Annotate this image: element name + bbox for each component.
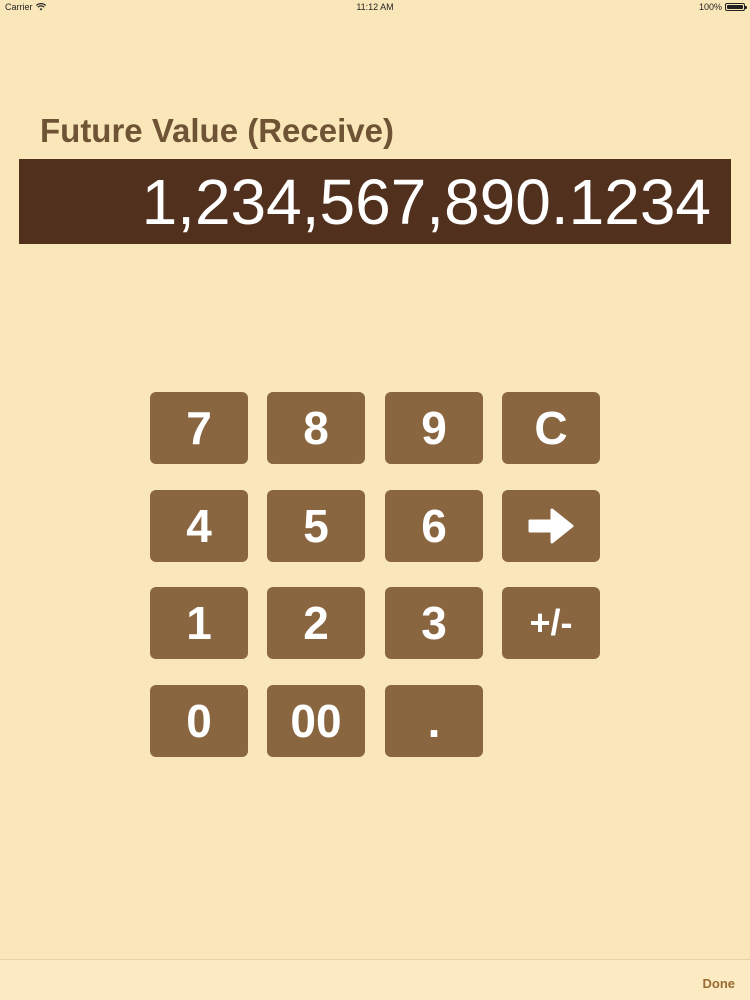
display-value: 1,234,567,890.1234 [141, 166, 711, 238]
key-00[interactable]: 00 [267, 685, 365, 757]
key-8[interactable]: 8 [267, 392, 365, 464]
key-4[interactable]: 4 [150, 490, 248, 562]
status-time: 11:12 AM [356, 2, 394, 12]
key-5[interactable]: 5 [267, 490, 365, 562]
value-display: 1,234,567,890.1234 [19, 159, 731, 244]
battery-icon [725, 3, 747, 11]
key-6[interactable]: 6 [385, 490, 483, 562]
key-0[interactable]: 0 [150, 685, 248, 757]
status-battery: 100% [698, 2, 747, 12]
key-2[interactable]: 2 [267, 587, 365, 659]
status-bar: Carrier 11:12 AM 100% [0, 0, 750, 16]
field-title: Future Value (Receive) [40, 112, 394, 149]
decimal-button[interactable]: . [385, 685, 483, 757]
key-3[interactable]: 3 [385, 587, 483, 659]
clear-button[interactable]: C [502, 392, 600, 464]
key-1[interactable]: 1 [150, 587, 248, 659]
battery-percent: 100% [698, 2, 722, 12]
key-7[interactable]: 7 [150, 392, 248, 464]
calculator-screen: Carrier 11:12 AM 100% Future Value (Rece… [0, 0, 750, 1000]
key-9[interactable]: 9 [385, 392, 483, 464]
sign-toggle-button[interactable]: +/- [502, 587, 600, 659]
next-button[interactable] [502, 490, 600, 562]
done-button[interactable]: Done [703, 976, 736, 991]
arrow-right-icon [528, 508, 574, 544]
bottom-toolbar: Done [0, 959, 750, 1000]
